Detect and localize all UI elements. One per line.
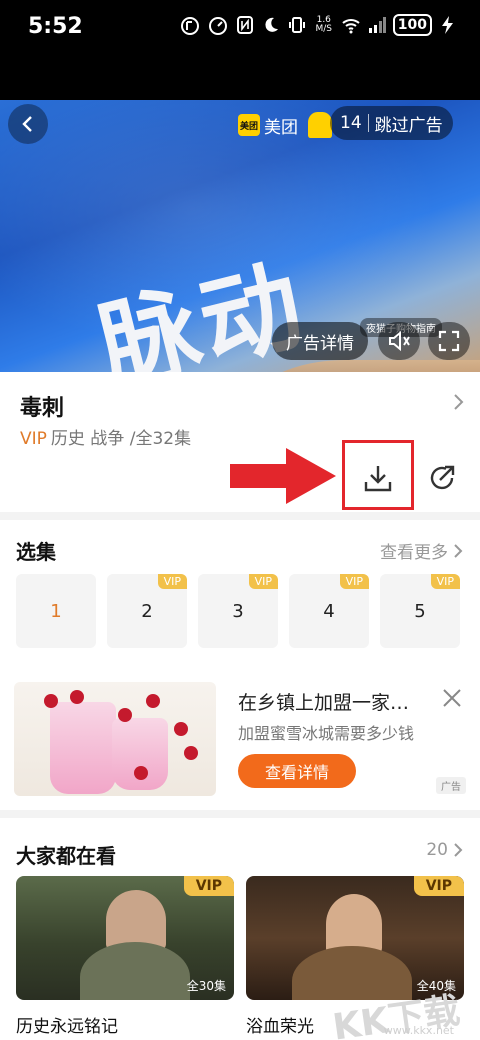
episode-item[interactable]: 3 VIP [198,574,278,648]
red-arrow-icon [230,448,336,504]
vip-label: VIP [20,429,47,449]
episode-item[interactable]: 5 VIP [380,574,460,648]
vip-badge: VIP [157,574,187,589]
episode-number: 1 [50,600,62,622]
fullscreen-icon [438,330,460,352]
trending-title: 大家都在看 [16,844,116,868]
status-right: 1.6 M/S 100 [235,14,458,36]
episodes-more-label: 查看更多 [380,543,448,563]
vip-badge: VIP [430,574,460,589]
chevron-left-icon [22,116,32,132]
cherry [174,722,188,736]
smoothie-glass [50,702,116,794]
actor-body [80,942,190,1000]
brand-name: 美团 [264,117,298,138]
meituan-logo-icon: 美团 [238,114,260,136]
ad-title: 在乡镇上加盟一家… [238,692,410,714]
skip-ad-button[interactable]: 14 跳过广告 [330,106,453,140]
episode-item[interactable]: 1 [16,574,96,648]
kangaroo-icon [308,112,332,138]
trending-card[interactable]: VIP 全30集 [16,876,234,1000]
status-bar: 5:52 1.6 M/S 100 [0,0,480,100]
skip-separator [367,114,369,132]
vip-badge: VIP [339,574,369,589]
mute-button[interactable] [378,322,420,360]
episodes-title: 选集 [16,540,56,564]
episode-list: 1 2 VIP 3 VIP 4 VIP 5 VIP [16,574,460,648]
show-title[interactable]: 毒刺 [20,390,64,422]
skip-label: 跳过广告 [374,115,443,136]
vip-badge: VIP [183,876,234,896]
trending-card-title[interactable]: 浴血荣光 [246,1012,314,1037]
ad-card[interactable]: 在乡镇上加盟一家… 加盟蜜雪冰城需要多少钱 查看详情 广告 [14,682,466,796]
cherry [184,746,198,760]
watermark-url: www.kkx.net [383,1024,454,1037]
ad-countdown: 14 [340,113,362,133]
ad-detail-button[interactable]: 广告详情 [272,322,368,360]
speaker-muted-icon [389,330,410,352]
net-speed-unit: M/S [315,24,333,34]
chevron-right-icon[interactable] [452,392,466,412]
wifi-icon [342,19,360,34]
section-divider [0,810,480,818]
moon-icon [265,17,278,32]
trending-cards: VIP 全30集 VIP 全40集 [16,876,464,1000]
battery-indicator: 100 [392,14,432,36]
show-meta: VIP 历史 战争 /全32集 [20,424,191,449]
show-meta-text: 历史 战争 /全32集 [50,429,192,449]
net-speed: 1.6 M/S [313,16,335,34]
chevron-right-icon [454,843,463,857]
actor-face [106,890,166,950]
status-left-icons [180,16,228,36]
vip-badge: VIP [248,574,278,589]
ad-cta-button[interactable]: 查看详情 [238,754,356,788]
cherry [118,708,132,722]
vip-badge: VIP [413,876,464,896]
trending-card[interactable]: VIP 全40集 [246,876,464,1000]
episodes-more-link[interactable]: 查看更多 [380,538,464,563]
nfc-icon [236,16,253,34]
trending-more-link[interactable]: 20 [426,840,464,860]
episode-number: 5 [414,600,426,622]
trending-card-title[interactable]: 历史永远铭记 [16,1012,118,1037]
section-divider [0,512,480,520]
cherry [44,694,58,708]
close-icon [443,689,461,707]
chevron-right-icon [454,543,463,558]
signal-icon [368,17,386,33]
ad-subtitle: 加盟蜜雪冰城需要多少钱 [238,724,415,743]
charging-icon [442,16,453,34]
episode-number: 3 [232,600,244,622]
ad-close-button[interactable] [440,686,464,710]
fullscreen-button[interactable] [428,322,470,360]
ad-image [14,682,216,796]
download-icon [364,466,392,492]
status-time: 5:52 [28,14,83,39]
cherry [70,690,84,704]
notification-icon [181,17,199,35]
episode-item[interactable]: 4 VIP [289,574,369,648]
cherry [134,766,148,780]
episode-number: 4 [323,600,335,622]
vibrate-icon [288,17,305,33]
ad-brand: 美团 美团 [238,112,332,138]
speedometer-icon [209,17,227,35]
share-icon [430,465,455,490]
show-info: 毒刺 VIP 历史 战争 /全32集 [0,372,480,512]
cherry [146,694,160,708]
episode-item[interactable]: 2 VIP [107,574,187,648]
episode-number: 2 [141,600,153,622]
download-button[interactable] [360,460,396,496]
actor-face [326,894,382,954]
ad-tag: 广告 [436,777,466,794]
back-button[interactable] [8,104,48,144]
trending-count: 20 [426,840,448,860]
episode-count: 全30集 [186,979,226,993]
share-button[interactable] [424,460,460,496]
